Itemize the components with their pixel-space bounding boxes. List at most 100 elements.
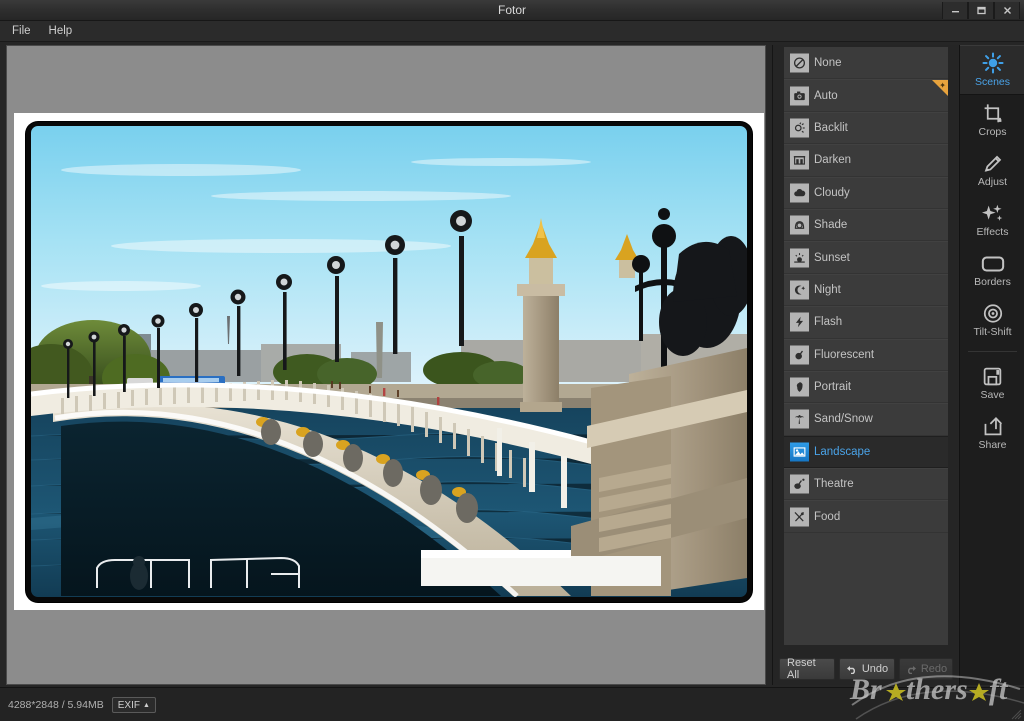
target-icon	[982, 302, 1004, 324]
tool-label: Effects	[977, 226, 1009, 238]
redo-label: Redo	[921, 663, 947, 675]
scene-item-night[interactable]: Night	[784, 274, 948, 306]
palm-icon	[790, 410, 809, 429]
scene-item-label: Portrait	[814, 381, 851, 393]
scene-item-label: Backlit	[814, 122, 848, 134]
photo-image	[31, 126, 747, 597]
tool-label: Share	[978, 439, 1006, 451]
tool-effects[interactable]: Effects	[960, 195, 1024, 245]
scene-item-flash[interactable]: Flash	[784, 306, 948, 338]
menu-bar: File Help	[0, 21, 1024, 42]
scene-item-label: Flash	[814, 316, 842, 328]
close-button[interactable]	[994, 2, 1020, 19]
minimize-button[interactable]	[942, 2, 968, 19]
status-bar: 4288*2848 / 5.94MB EXIF ▲ LeftRightZoomC…	[0, 687, 1024, 721]
tool-save[interactable]: Save	[960, 358, 1024, 408]
bulb-icon	[790, 345, 809, 364]
tool-label: Tilt-Shift	[973, 326, 1011, 338]
scene-item-food[interactable]: Food	[784, 500, 948, 532]
scene-panel-actions: Reset All Undo Redo	[779, 658, 953, 680]
scenes-panel: None Auto ✦ Backlit Darken Cloudy Shade Sunset N…	[772, 45, 958, 685]
pin-badge-icon[interactable]: ✦	[932, 80, 948, 96]
tool-label: Borders	[974, 276, 1011, 288]
scenes-list[interactable]: None Auto ✦ Backlit Darken Cloudy Shade Sunset N…	[784, 47, 948, 645]
rounded-rect-icon	[981, 252, 1005, 274]
scene-item-none[interactable]: None	[784, 47, 948, 79]
scene-item-cloudy[interactable]: Cloudy	[784, 177, 948, 209]
sparkles-icon	[981, 202, 1005, 224]
scene-item-label: Auto	[814, 90, 838, 102]
sun-icon	[981, 52, 1005, 74]
scene-item-label: Darken	[814, 154, 851, 166]
scene-item-label: Night	[814, 284, 841, 296]
scene-item-label: Shade	[814, 219, 847, 231]
scene-item-sand-snow[interactable]: Sand/Snow	[784, 403, 948, 435]
menu-item-file[interactable]: File	[12, 25, 31, 37]
scene-item-label: None	[814, 57, 842, 69]
scene-item-backlit[interactable]: Backlit	[784, 112, 948, 144]
tool-label: Adjust	[978, 176, 1007, 188]
shade-icon	[790, 216, 809, 235]
tool-rail-divider	[968, 351, 1017, 352]
cutlery-icon	[790, 507, 809, 526]
guitar-icon	[790, 475, 809, 494]
scene-item-shade[interactable]: Shade	[784, 209, 948, 241]
tool-scenes[interactable]: Scenes	[960, 45, 1024, 95]
resize-grip[interactable]	[1010, 707, 1022, 719]
scene-item-label: Fluorescent	[814, 349, 874, 361]
image-dimensions: 4288*2848 / 5.94MB	[8, 699, 104, 711]
pencil-icon	[982, 152, 1004, 174]
photo-rough-frame	[26, 122, 752, 602]
fotor-window: Fotor File Help	[0, 0, 1024, 721]
tool-crops[interactable]: Crops	[960, 95, 1024, 145]
moon-icon	[790, 280, 809, 299]
maximize-button[interactable]	[968, 2, 994, 19]
sunset-icon	[790, 248, 809, 267]
exif-button[interactable]: EXIF ▲	[112, 697, 156, 713]
tool-tilt-shift[interactable]: Tilt-Shift	[960, 295, 1024, 345]
undo-button[interactable]: Undo	[839, 658, 895, 680]
tool-share[interactable]: Share	[960, 408, 1024, 458]
building-icon	[790, 151, 809, 170]
scene-item-label: Cloudy	[814, 187, 850, 199]
share-arrow-icon	[982, 415, 1004, 437]
undo-label: Undo	[862, 663, 888, 675]
status-info: 4288*2848 / 5.94MB EXIF ▲	[8, 697, 156, 713]
tool-borders[interactable]: Borders	[960, 245, 1024, 295]
menu-item-help[interactable]: Help	[49, 25, 73, 37]
tool-label: Save	[981, 389, 1005, 401]
photo-canvas[interactable]	[6, 45, 766, 685]
caret-up-icon: ▲	[143, 702, 150, 709]
scene-item-portrait[interactable]: Portrait	[784, 371, 948, 403]
reset-all-label: Reset All	[787, 657, 827, 681]
photo-paper-border	[14, 113, 764, 610]
redo-button[interactable]: Redo	[899, 658, 953, 680]
scene-item-label: Sand/Snow	[814, 413, 873, 425]
redo-icon	[905, 664, 917, 674]
scene-item-auto[interactable]: Auto ✦	[784, 79, 948, 111]
exif-label: EXIF	[118, 700, 140, 711]
tool-adjust[interactable]: Adjust	[960, 145, 1024, 195]
tool-label: Crops	[978, 126, 1006, 138]
undo-icon	[846, 664, 858, 674]
floppy-icon	[982, 365, 1003, 387]
reset-all-button[interactable]: Reset All	[779, 658, 835, 680]
scene-item-sunset[interactable]: Sunset	[784, 241, 948, 273]
scene-item-label: Landscape	[814, 446, 870, 458]
backlight-icon	[790, 118, 809, 137]
title-bar: Fotor	[0, 0, 1024, 21]
tool-rail: Scenes Crops Adjust Effects Borders Tilt-Shif…	[959, 45, 1024, 685]
scene-item-landscape[interactable]: Landscape	[784, 436, 948, 468]
scene-item-theatre[interactable]: Theatre	[784, 468, 948, 500]
tool-label: Scenes	[975, 76, 1010, 88]
scene-item-fluorescent[interactable]: Fluorescent	[784, 339, 948, 371]
no-entry-icon	[790, 53, 809, 72]
portrait-icon	[790, 378, 809, 397]
camera-icon	[790, 86, 809, 105]
cloud-icon	[790, 183, 809, 202]
scene-item-label: Theatre	[814, 478, 854, 490]
scene-item-label: Sunset	[814, 252, 850, 264]
landscape-icon	[790, 442, 809, 461]
scene-item-darken[interactable]: Darken	[784, 144, 948, 176]
scene-item-label: Food	[814, 511, 840, 523]
